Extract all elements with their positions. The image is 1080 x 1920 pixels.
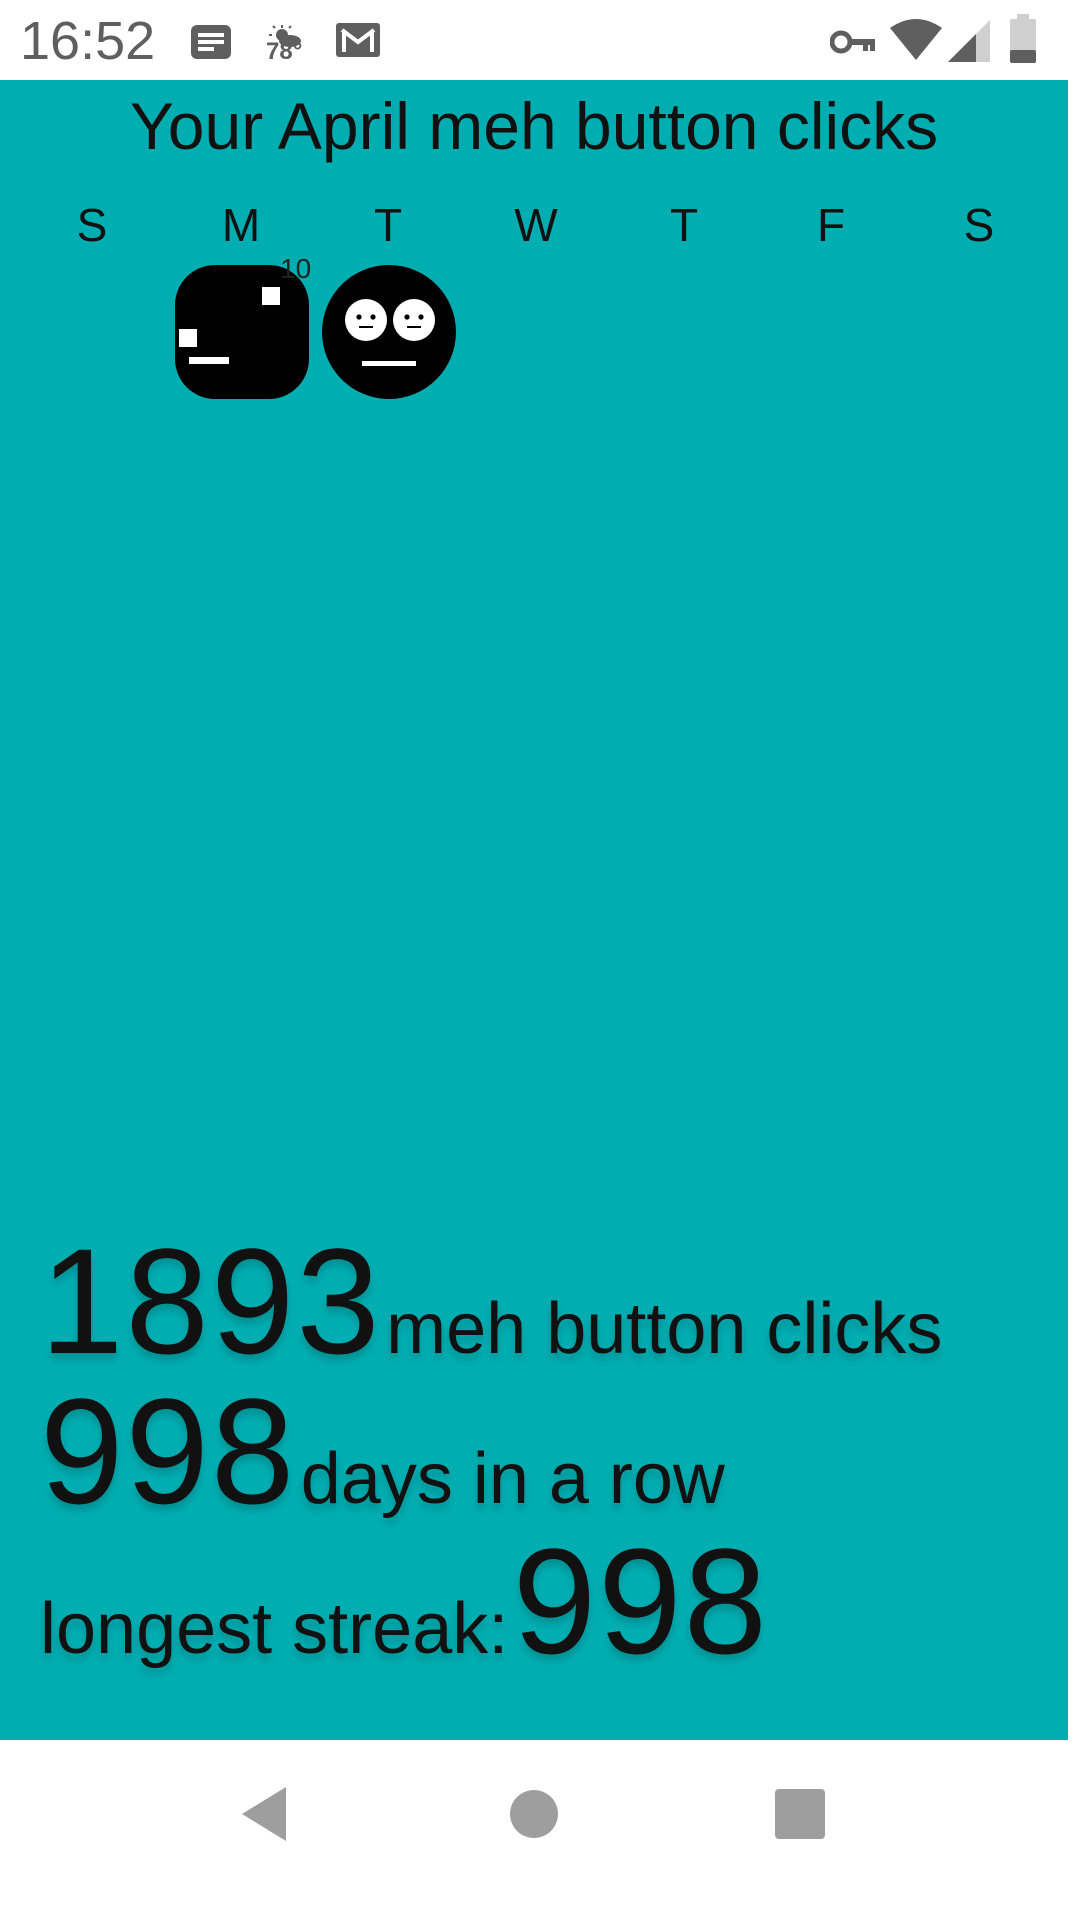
vpn-key-icon [830,30,875,54]
message-icon [191,25,231,59]
day-number: 10 [280,253,312,284]
weekday-label: T [373,199,403,251]
calendar-day[interactable] [322,265,456,399]
current-streak-label: days in a row [300,1439,725,1519]
battery-icon [1010,14,1036,63]
wifi-icon [890,19,942,60]
weekday-label: S [963,199,995,251]
weekday-label: S [76,199,108,251]
right-edge [1068,80,1080,1740]
total-clicks-count: 1893 [40,1217,382,1385]
back-icon[interactable] [238,1785,290,1843]
gmail-icon [336,23,380,57]
meh-square-face-icon [175,265,309,399]
weekday-label: M [221,199,261,251]
weekday-label: T [669,199,699,251]
weekday-header: S M T W T F S [0,198,1068,258]
weather-temp: 78° [266,38,303,65]
main-panel: Your April meh button clicks S M T W T F… [0,80,1068,1740]
recents-icon[interactable] [774,1788,826,1840]
status-time: 16:52 [20,11,156,71]
longest-streak-count: 998 [512,1517,769,1685]
longest-streak-label: longest streak: [40,1589,509,1669]
current-streak-stat: 998 days in a row [40,1365,725,1538]
home-icon[interactable] [508,1788,560,1840]
total-clicks-stat: 1893 meh button clicks [40,1215,942,1388]
weekday-label: F [816,199,846,251]
status-bar: 16:52 78° [0,0,1080,80]
navigation-bar [0,1740,1080,1920]
meh-round-face-icon [322,265,456,399]
weekday-label: W [514,199,558,251]
longest-streak-stat: longest streak: 998 [40,1515,769,1688]
calendar-day[interactable]: 10 [175,253,311,399]
page-title: Your April meh button clicks [129,89,939,163]
total-clicks-label: meh button clicks [386,1289,943,1369]
current-streak-count: 998 [40,1367,297,1535]
signal-icon [948,20,990,62]
